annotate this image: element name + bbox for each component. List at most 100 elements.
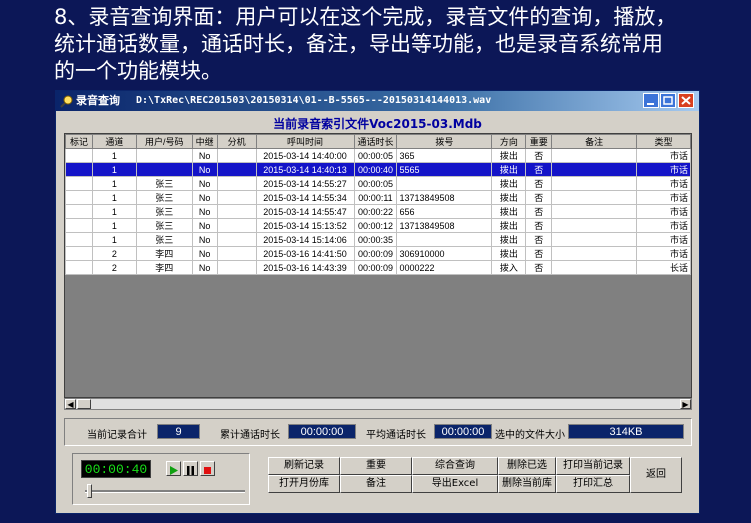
table-cell: 市话 [636, 232, 691, 247]
table-cell: 00:00:40 [353, 162, 398, 177]
column-header[interactable]: 类型 [636, 134, 691, 149]
open-month-db-button[interactable]: 打开月份库 [268, 475, 340, 493]
avg-duration-label: 平均通话时长 [366, 430, 426, 441]
table-cell: 李四 [135, 260, 193, 275]
table-cell: 市话 [636, 246, 691, 261]
column-header[interactable]: 用户/号码 [135, 134, 193, 149]
table-cell: 市话 [636, 176, 691, 191]
close-icon [681, 96, 691, 105]
table-cell: 市话 [636, 162, 691, 177]
table-cell: 2 [91, 246, 137, 261]
table-cell [216, 162, 257, 177]
table-cell: 2015-03-14 14:55:34 [255, 190, 355, 205]
table-cell: 2 [91, 260, 137, 275]
close-button[interactable] [678, 93, 694, 108]
column-header[interactable]: 拨号 [396, 134, 493, 149]
delete-current-db-button[interactable]: 删除当前库 [498, 475, 556, 493]
column-header[interactable]: 通道 [91, 134, 137, 149]
table-cell: 2015-03-14 14:55:47 [255, 204, 355, 219]
table-cell: No [191, 148, 218, 163]
table-cell: 00:00:11 [353, 190, 398, 205]
table-cell [216, 176, 257, 191]
audio-player: 00:00:40 [72, 453, 250, 505]
record-total-label: 当前记录合计 [87, 430, 147, 441]
table-header-row: 标记 通道 用户/号码 中继 分机 呼叫时间 通话时长 拨号 方向 重要 备注 类型 [65, 134, 691, 149]
total-duration-value: 00:00:00 [288, 424, 356, 439]
stop-button[interactable] [200, 461, 215, 476]
table-cell: 否 [525, 204, 553, 219]
table-cell [551, 190, 637, 205]
stop-icon [204, 467, 211, 474]
table-cell: 否 [525, 148, 553, 163]
print-current-button[interactable]: 打印当前记录 [556, 457, 630, 475]
print-summary-button[interactable]: 打印汇总 [556, 475, 630, 493]
back-button[interactable]: 返回 [630, 457, 682, 493]
table-row[interactable]: 2 李四 No 2015-03-16 14:43:39 00:00:09 0000222 拨… [65, 260, 691, 275]
table-cell [396, 232, 493, 247]
horizontal-scrollbar[interactable]: ◀ ▶ [64, 398, 692, 410]
column-header[interactable]: 中继 [191, 134, 218, 149]
table-cell: 00:00:09 [353, 246, 398, 261]
table-cell: 拨入 [491, 260, 527, 275]
table-cell [216, 190, 257, 205]
column-header[interactable]: 标记 [65, 134, 93, 149]
total-duration-label: 累计通话时长 [220, 430, 280, 441]
table-cell: 拨出 [491, 162, 527, 177]
maximize-button[interactable] [660, 93, 676, 108]
playback-slider-thumb[interactable] [87, 484, 92, 498]
table-cell: 2015-03-14 14:40:13 [255, 162, 355, 177]
table-cell: 2015-03-16 14:41:50 [255, 246, 355, 261]
minimize-button[interactable] [643, 93, 659, 108]
pause-button[interactable] [183, 461, 198, 476]
column-header[interactable]: 方向 [491, 134, 527, 149]
table-cell [216, 204, 257, 219]
table-row[interactable]: 1 张三 No 2015-03-14 15:13:52 00:00:12 13713849… [65, 218, 691, 233]
note-button[interactable]: 备注 [340, 475, 412, 493]
table-cell [551, 260, 637, 275]
table-cell: 拨出 [491, 148, 527, 163]
scroll-left-icon[interactable]: ◀ [65, 399, 76, 409]
table-cell [65, 204, 93, 219]
table-cell: 否 [525, 218, 553, 233]
table-cell: 拨出 [491, 176, 527, 191]
table-cell [551, 176, 637, 191]
table-cell: 1 [91, 148, 137, 163]
column-header[interactable]: 通话时长 [353, 134, 398, 149]
table-row[interactable]: 1 张三 No 2015-03-14 14:55:47 00:00:22 656 拨出否 市话 [65, 204, 691, 219]
table-cell: 李四 [135, 246, 193, 261]
table-cell: 张三 [135, 190, 193, 205]
table-row[interactable]: 1 No 2015-03-14 14:40:00 00:00:05 365 拨出否 市话 [65, 148, 691, 163]
combined-query-button[interactable]: 综合查询 [412, 457, 498, 475]
table-cell: 365 [396, 148, 493, 163]
table-cell: No [191, 162, 218, 177]
play-button[interactable] [166, 461, 181, 476]
column-header[interactable]: 重要 [525, 134, 553, 149]
slide-line-2: 统计通话数量，通话时长，备注，导出等功能，也是录音系统常用 [54, 32, 663, 56]
slide-line-3: 的一个功能模块。 [54, 59, 222, 83]
table-row[interactable]: 1 张三 No 2015-03-14 14:55:34 00:00:11 13713849… [65, 190, 691, 205]
export-excel-button[interactable]: 导出Excel [412, 475, 498, 493]
column-header[interactable]: 备注 [551, 134, 637, 149]
table-row[interactable]: 2 李四 No 2015-03-16 14:41:50 00:00:09 30691000… [65, 246, 691, 261]
table-cell [396, 176, 493, 191]
table-cell [551, 148, 637, 163]
window-title: 录音查询 [76, 94, 120, 107]
table-row[interactable]: 1 张三 No 2015-03-14 14:55:27 00:00:05 拨出否 市话 [65, 176, 691, 191]
column-header[interactable]: 分机 [216, 134, 257, 149]
playback-slider-track[interactable] [85, 490, 245, 493]
recordings-grid: 标记 通道 用户/号码 中继 分机 呼叫时间 通话时长 拨号 方向 重要 备注 类型 1 No 2015-… [65, 134, 691, 275]
table-row[interactable]: 1 张三 No 2015-03-14 15:14:06 00:00:35 拨出否 市话 [65, 232, 691, 247]
delete-selected-button[interactable]: 删除已选 [498, 457, 556, 475]
scroll-right-icon[interactable]: ▶ [680, 399, 691, 409]
table-cell [65, 148, 93, 163]
important-button[interactable]: 重要 [340, 457, 412, 475]
table-cell: 拨出 [491, 218, 527, 233]
table-row[interactable]: 1 No 2015-03-14 14:40:13 00:00:40 5565 拨出否 市话 [65, 162, 691, 177]
table-cell: No [191, 218, 218, 233]
scroll-thumb[interactable] [77, 399, 91, 409]
title-bar[interactable]: 录音查询 D:\TxRec\REC201503\20150314\01--B-5… [56, 91, 699, 111]
column-header[interactable]: 呼叫时间 [255, 134, 355, 149]
table-cell: 市话 [636, 190, 691, 205]
play-icon [170, 466, 178, 475]
refresh-records-button[interactable]: 刷新记录 [268, 457, 340, 475]
